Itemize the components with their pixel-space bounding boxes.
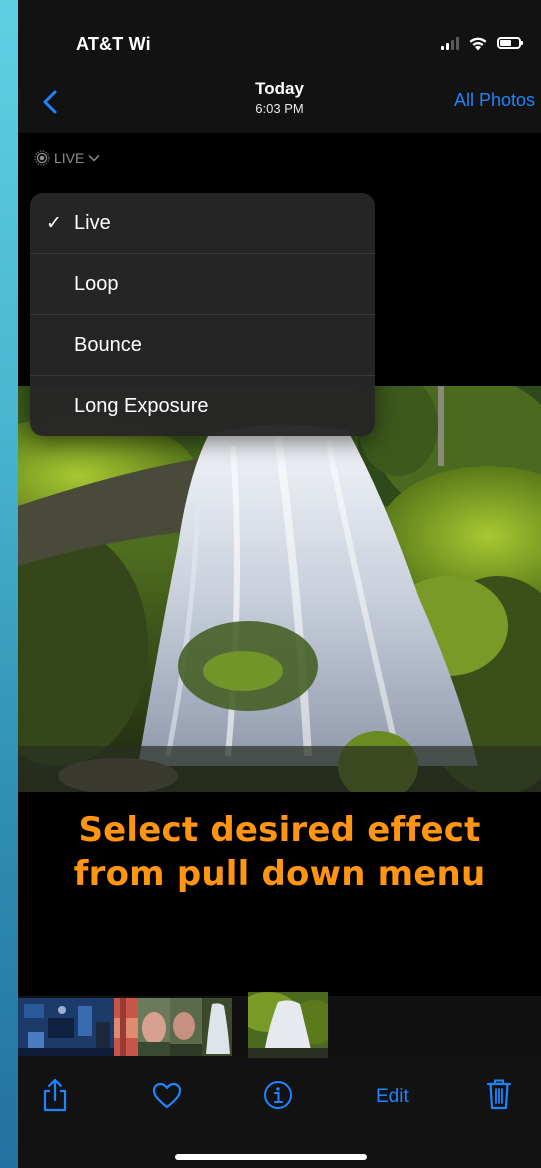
thumbnail-strip[interactable]: [18, 992, 541, 1058]
thumbnail-hands[interactable]: [138, 998, 170, 1056]
bottom-toolbar: Edit: [18, 1058, 541, 1168]
caption-line-2: from pull down menu: [73, 854, 486, 894]
menu-item-label: Long Exposure: [74, 394, 209, 417]
battery-icon: [497, 37, 523, 49]
all-photos-link[interactable]: All Photos: [454, 90, 535, 111]
live-selector-label: LIVE: [54, 150, 85, 166]
menu-item-long-exposure[interactable]: Long Exposure: [30, 376, 375, 436]
instruction-caption: Select desired effect from pull down men…: [18, 808, 541, 896]
thumbnail-waterfall-small[interactable]: [202, 998, 232, 1056]
signal-icon: [441, 36, 459, 50]
photo-waterfall[interactable]: [18, 386, 541, 792]
thumbnail-hands-2[interactable]: [170, 998, 202, 1056]
live-selector-button[interactable]: LIVE: [34, 150, 100, 166]
menu-item-live[interactable]: ✓ Live: [30, 193, 375, 254]
phone-screen: AT&T Wi Today 6:03 PM All Photos LIVE ✓ …: [18, 0, 541, 1168]
nav-bar: Today 6:03 PM All Photos: [18, 75, 541, 133]
trash-icon[interactable]: [486, 1078, 512, 1110]
carrier-label: AT&T Wi: [76, 34, 151, 54]
chevron-down-icon: [88, 154, 100, 162]
live-photo-icon: [34, 150, 50, 166]
thumbnail-circuit[interactable]: [18, 998, 114, 1056]
caption-line-1: Select desired effect: [78, 810, 481, 850]
info-icon[interactable]: [263, 1080, 293, 1110]
thumbnail-waterfall-selected[interactable]: [248, 992, 328, 1058]
status-icons: [441, 33, 523, 53]
menu-item-label: Bounce: [74, 333, 142, 356]
menu-item-label: Live: [74, 211, 111, 234]
wifi-icon: [469, 37, 487, 50]
edit-button[interactable]: Edit: [376, 1086, 409, 1108]
status-bar: AT&T Wi: [18, 0, 541, 80]
thumbnail-colorful[interactable]: [114, 998, 138, 1056]
menu-item-loop[interactable]: Loop: [30, 254, 375, 315]
menu-item-bounce[interactable]: Bounce: [30, 315, 375, 376]
heart-icon[interactable]: [152, 1082, 182, 1109]
share-icon[interactable]: [42, 1078, 68, 1112]
checkmark-icon: ✓: [46, 212, 62, 234]
home-indicator[interactable]: [175, 1154, 367, 1160]
menu-item-label: Loop: [74, 272, 119, 295]
effect-dropdown-menu: ✓ Live Loop Bounce Long Exposure: [30, 193, 375, 436]
